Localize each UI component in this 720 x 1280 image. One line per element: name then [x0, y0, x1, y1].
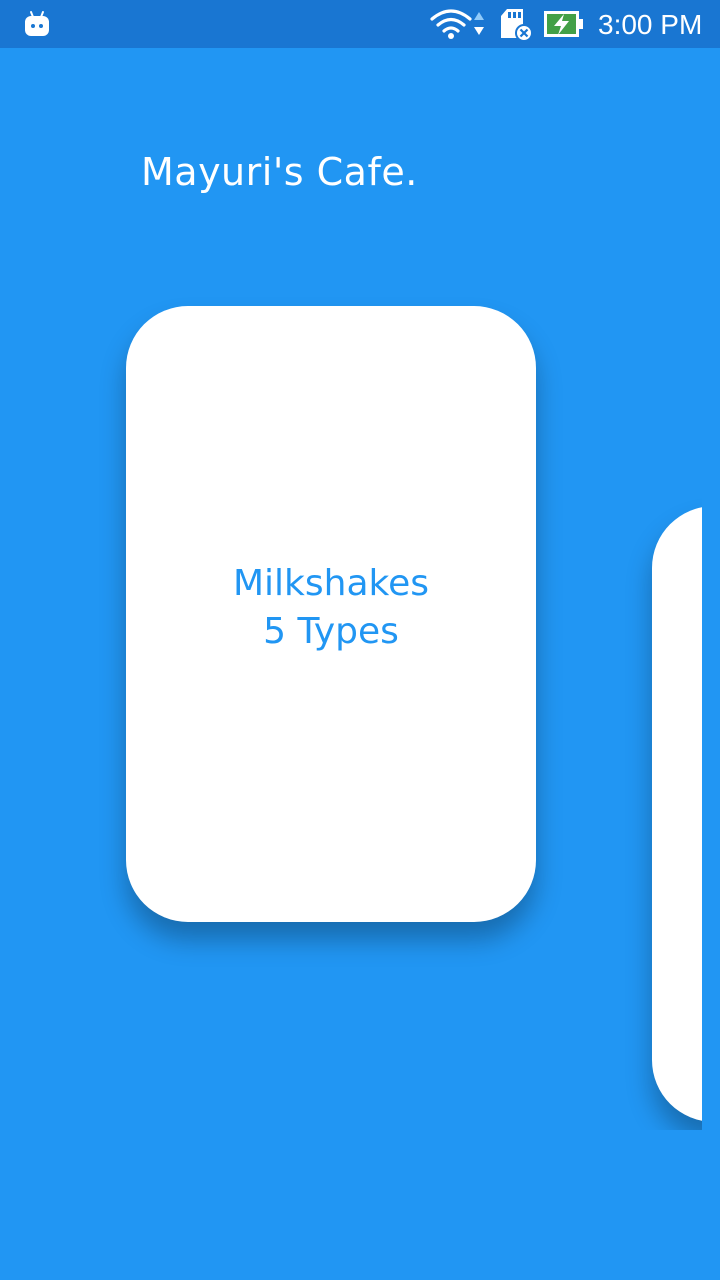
status-bar: 3:00 PM	[0, 0, 720, 48]
card-subtitle: 5 Types	[263, 611, 399, 652]
carousel-next-card-peek	[600, 490, 702, 1130]
data-arrows-icon	[474, 12, 484, 35]
menu-card-milkshakes[interactable]: Milkshakes 5 Types	[126, 306, 536, 922]
page-title: Mayuri's Cafe.	[141, 150, 418, 194]
card-title: Milkshakes	[232, 563, 429, 604]
android-icon	[25, 11, 49, 36]
sd-card-icon	[501, 9, 533, 42]
status-clock: 3:00 PM	[598, 9, 703, 40]
battery-charging-icon	[544, 11, 583, 37]
menu-card-next[interactable]	[652, 506, 702, 1122]
wifi-icon	[430, 9, 472, 39]
